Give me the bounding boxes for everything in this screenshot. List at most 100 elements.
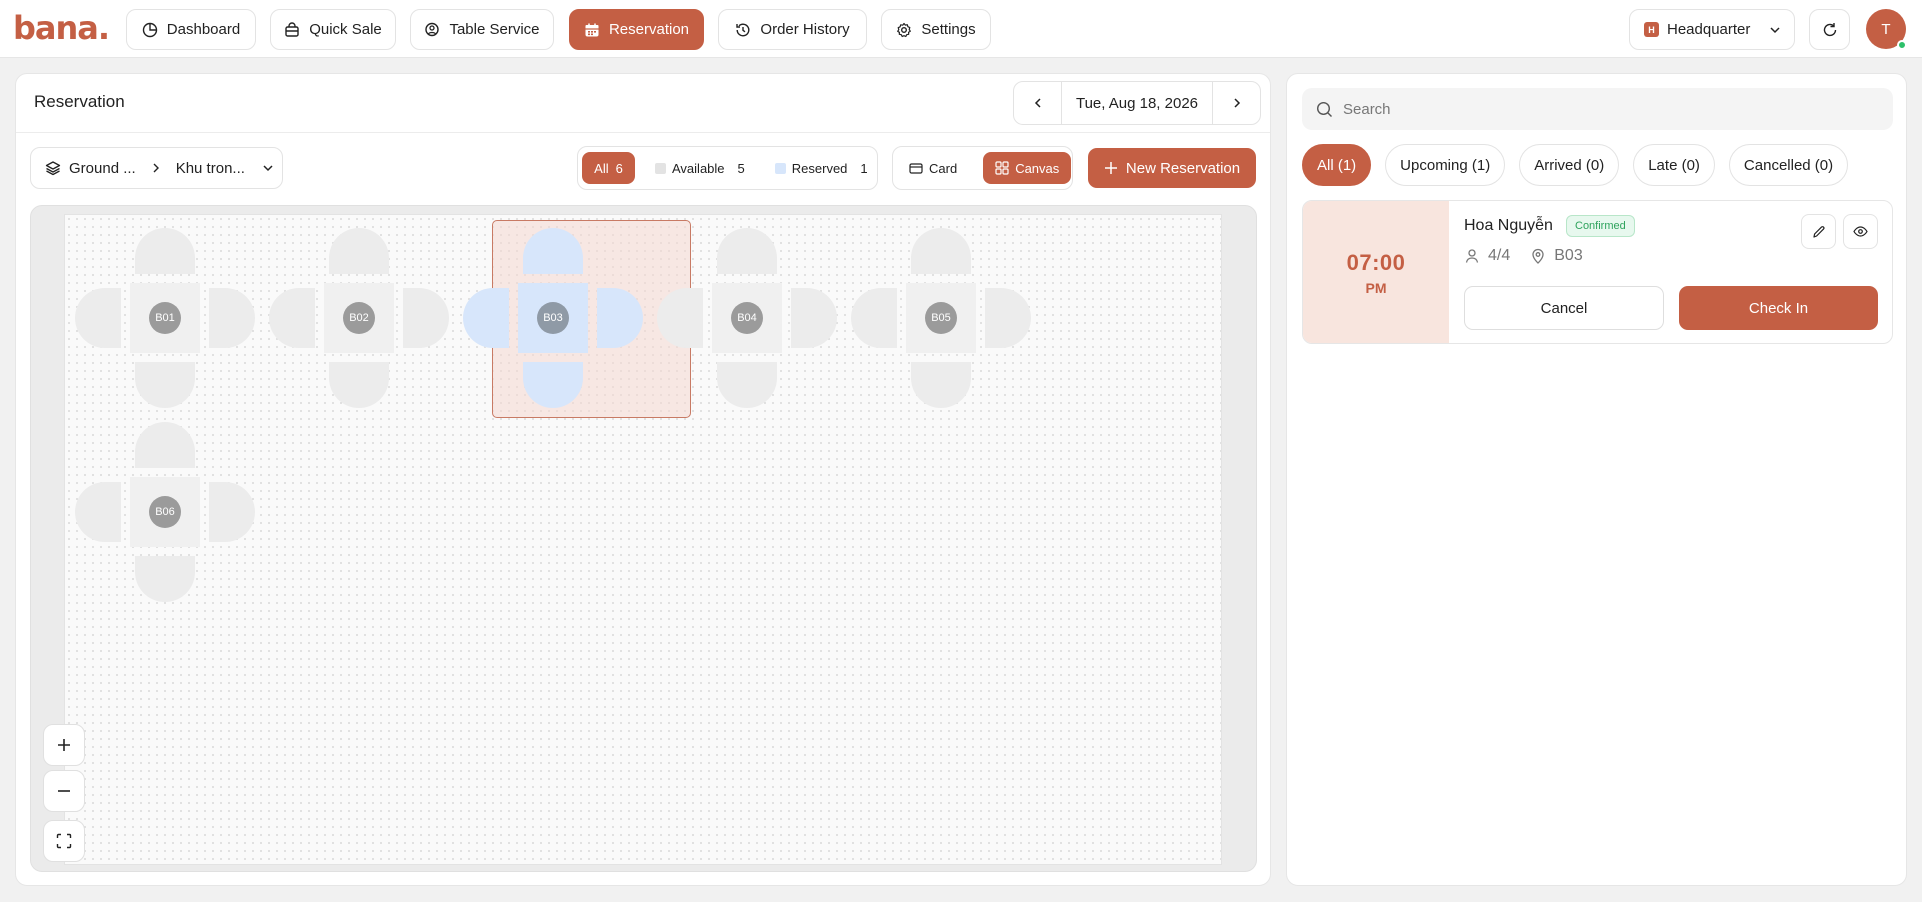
zone-name: Khu tron... [175,159,245,177]
table-label: B05 [925,302,957,334]
chair [75,482,121,542]
chair [911,362,971,408]
new-reservation-button[interactable]: New Reservation [1088,148,1256,188]
plus-icon [58,739,70,751]
chair [657,288,703,348]
nav-order-history-label: Order History [760,21,850,38]
view-reservation-button[interactable] [1843,214,1878,249]
nav-order-history-button[interactable]: Order History [718,9,867,50]
header-divider [16,132,1270,133]
status-badge: Confirmed [1566,215,1635,237]
nav-dashboard-button[interactable]: Dashboard [126,9,256,50]
reservation-period: PM [1365,280,1387,296]
pencil-icon [1812,225,1824,238]
canvas-view-button[interactable]: Canvas [983,152,1072,184]
card-view-button[interactable]: Card [897,152,969,184]
reservation-status-tabs: All (1) Upcoming (1) Arrived (0) Late (0… [1302,144,1849,186]
filter-reserved-label: Reserved [791,160,848,176]
date-navigator: Tue, Aug 18, 2026 [1013,81,1261,125]
previous-day-button[interactable] [1014,82,1061,124]
tab-arrived[interactable]: Arrived (0) [1519,144,1620,186]
refresh-button[interactable] [1809,9,1850,50]
chair [851,288,897,348]
card-view-label: Card [929,160,958,176]
filter-reserved[interactable]: Reserved 1 [774,160,868,176]
plus-icon [1104,162,1117,174]
reservation-meta: 4/4 B03 [1464,247,1583,265]
tab-all[interactable]: All (1) [1302,144,1372,186]
nav-quick-sale-label: Quick Sale [309,21,382,38]
table-b03[interactable]: B03 [463,228,643,408]
tab-upcoming[interactable]: Upcoming (1) [1385,144,1506,186]
search-input[interactable] [1343,100,1863,118]
guest-name: Hoa Nguyễn [1464,217,1553,234]
new-reservation-label: New Reservation [1125,159,1241,177]
gear-icon [897,22,912,37]
chair [135,362,195,408]
chair [135,228,195,274]
nav-settings-label: Settings [921,21,976,38]
filter-available[interactable]: Available 5 [655,161,745,176]
nav-settings-button[interactable]: Settings [881,9,991,50]
nav-table-service-button[interactable]: Table Service [410,9,554,50]
chair [403,288,449,348]
tab-cancelled[interactable]: Cancelled (0) [1728,144,1849,186]
chair [329,362,389,408]
next-day-button[interactable] [1213,82,1260,124]
chevron-right-icon [1233,98,1240,108]
reserved-swatch [774,162,786,174]
chair [269,288,315,348]
table-b02[interactable]: B02 [269,228,449,408]
table-number: B03 [1554,247,1583,264]
canvas-view-label: Canvas [1015,160,1060,176]
bana-logo[interactable]: bana. [13,11,110,45]
chair [523,362,583,408]
table-b01[interactable]: B01 [75,228,255,408]
chair [135,422,195,468]
card-icon [909,163,923,174]
filter-available-count: 5 [737,160,745,176]
nav-reservation-label: Reservation [608,21,690,38]
cancel-button[interactable]: Cancel [1464,286,1664,330]
chevron-down-icon [263,165,273,172]
panel-title: Reservation [34,92,125,111]
chair [523,228,583,274]
tab-late[interactable]: Late (0) [1633,144,1715,186]
reservation-time: 07:00 [1346,250,1406,275]
chair [791,288,837,348]
branch-selector[interactable]: H Headquarter [1629,9,1795,50]
reservation-card[interactable]: 07:00 PM Hoa Nguyễn Confirmed 4/4 B03 Ca… [1302,200,1893,344]
zoom-in-button[interactable] [43,724,85,766]
branch-name: Headquarter [1667,21,1751,38]
chevron-right-icon [153,163,159,173]
chevron-left-icon [1034,98,1041,108]
floor-name: Ground ... [69,159,136,177]
filter-all[interactable]: All 6 [582,152,635,184]
top-bar: bana. Dashboard Quick Sale Table Service… [0,0,1922,58]
fullscreen-icon [56,833,72,849]
table-b05[interactable]: B05 [851,228,1031,408]
refresh-icon [1823,22,1836,36]
location-pin-icon [1532,248,1544,264]
branch-badge: H [1644,22,1659,37]
filter-available-label: Available [672,160,725,176]
edit-reservation-button[interactable] [1801,214,1836,249]
check-in-button[interactable]: Check In [1679,286,1878,330]
floor-canvas[interactable]: B01 B02 B03 B04 B05 B06 [30,205,1257,872]
nav-table-service-label: Table Service [449,21,540,38]
view-toggle: Card Canvas [892,146,1073,190]
chair [985,288,1031,348]
table-label: B06 [149,496,181,528]
table-b04[interactable]: B04 [657,228,837,408]
floor-grid[interactable]: B01 B02 B03 B04 B05 B06 [64,214,1222,865]
current-date[interactable]: Tue, Aug 18, 2026 [1061,82,1213,124]
nav-reservation-button[interactable]: Reservation [569,9,704,50]
nav-quick-sale-button[interactable]: Quick Sale [270,9,396,50]
party-size: 4/4 [1488,247,1511,264]
reservation-time-block: 07:00 PM [1303,201,1449,343]
table-b06[interactable]: B06 [75,422,255,602]
zoom-out-button[interactable] [43,770,85,812]
chair [135,556,195,602]
fit-screen-button[interactable] [43,820,85,862]
floor-zone-selector[interactable]: Ground ... Khu tron... [30,147,283,189]
